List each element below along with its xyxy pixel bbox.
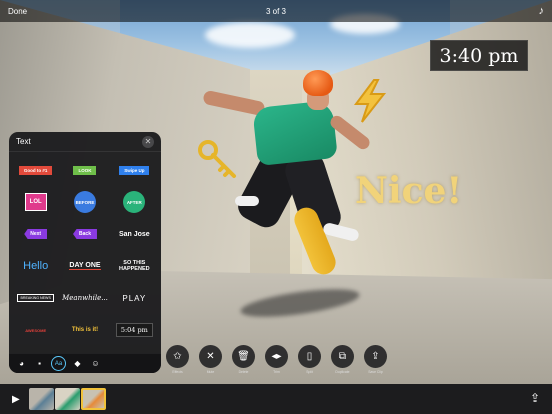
left-arm <box>202 89 266 117</box>
split-button[interactable]: ▯ Split <box>298 345 321 374</box>
color-wheel-icon[interactable]: ◕ <box>15 357 28 370</box>
duplicate-button[interactable]: ⧉ Duplicate <box>331 345 354 374</box>
text-sticker-label: Back <box>73 229 97 239</box>
text-sticker-option[interactable]: Hello <box>11 250 60 282</box>
orange-helmet <box>303 70 333 96</box>
text-sticker-option[interactable]: BEFORE <box>60 186 109 218</box>
text-sticker-label: PLAY <box>122 293 147 303</box>
clip-strip <box>28 388 106 410</box>
play-icon[interactable]: ▶ <box>12 394 28 405</box>
text-sticker-option[interactable]: LOOK <box>60 154 109 186</box>
text-style-icon[interactable]: Aa <box>51 356 66 371</box>
star-effects-icon: ✩ <box>166 345 189 368</box>
speech-bubble-icon[interactable]: ▪ <box>33 357 46 370</box>
text-sticker-label: Good to #1 <box>18 165 53 175</box>
clip-1-thumbnail[interactable] <box>29 388 54 410</box>
tool-label: Effects <box>172 370 183 374</box>
nice-text-sticker[interactable]: Nice! <box>355 170 462 212</box>
filmstrip-bar: ▶ ⇪ <box>0 384 552 414</box>
text-sticker-option[interactable]: AWESOME <box>11 314 60 346</box>
text-sticker-option[interactable]: AFTER <box>110 186 159 218</box>
tool-label: Trim <box>273 370 280 374</box>
text-sticker-label: San Jose <box>118 230 150 238</box>
tool-label: Split <box>306 370 313 374</box>
lightning-bolt-sticker[interactable] <box>350 78 390 124</box>
trim-button[interactable]: ◂▸ Trim <box>265 345 288 374</box>
text-sticker-panel: Text ✕ Good to #1 LOOK Swipe Up LOL BEFORE AF… <box>9 132 161 373</box>
text-sticker-label: BEFORE <box>73 191 96 213</box>
text-sticker-label: LOL <box>24 193 47 211</box>
text-sticker-label: SO THIS HAPPENED <box>119 259 150 272</box>
text-sticker-option[interactable]: PLAY <box>110 282 159 314</box>
trash-icon: 🗑 <box>232 345 255 368</box>
delete-button[interactable]: 🗑 Delete <box>232 345 255 374</box>
text-sticker-option[interactable]: Meanwhile... <box>60 282 109 314</box>
shoe <box>322 221 360 243</box>
text-sticker-label: Meanwhile... <box>62 294 108 302</box>
text-sticker-option[interactable]: DAY ONE <box>60 250 109 282</box>
text-sticker-label: DAY ONE <box>69 262 101 270</box>
text-sticker-option[interactable]: Swipe Up <box>110 154 159 186</box>
text-sticker-label: Next <box>24 229 48 239</box>
save-clip-icon: ⇪ <box>364 345 387 368</box>
panel-header: Text ✕ <box>9 132 161 152</box>
text-sticker-label: BREAKING NEWS <box>17 294 54 302</box>
text-sticker-option[interactable]: 5:04 pm <box>110 314 159 346</box>
text-sticker-label: AFTER <box>123 191 146 213</box>
top-bar: Done 3 of 3 ♪ <box>0 0 552 22</box>
text-sticker-option[interactable]: This is it! <box>60 314 109 346</box>
tool-label: Delete <box>238 370 249 374</box>
text-sticker-option[interactable]: San Jose <box>110 218 159 250</box>
text-sticker-option[interactable]: BREAKING NEWS <box>11 282 60 314</box>
clip-2-thumbnail[interactable] <box>55 388 80 410</box>
key-sticker[interactable] <box>196 138 240 182</box>
text-sticker-option[interactable]: Good to #1 <box>11 154 60 186</box>
text-sticker-label: LOOK <box>73 165 97 175</box>
text-sticker-option[interactable]: SO THIS HAPPENED <box>110 250 159 282</box>
mute-button[interactable]: ✕ Mute <box>199 345 222 374</box>
trim-icon: ◂▸ <box>265 345 288 368</box>
text-sticker-label: Swipe Up <box>119 165 150 175</box>
mute-icon: ✕ <box>199 345 222 368</box>
edit-tool-row: ✩ Effects ✕ Mute 🗑 Delete ◂▸ Trim ▯ Split ⧉ Duplica… <box>166 345 387 374</box>
text-sticker-option[interactable]: Next <box>11 218 60 250</box>
text-sticker-label: 5:04 pm <box>115 323 153 337</box>
time-sticker[interactable]: 3:40 pm <box>430 40 528 71</box>
label-sticker-icon[interactable]: ◆ <box>71 357 84 370</box>
panel-title: Text <box>16 137 31 146</box>
text-sticker-label: AWESOME <box>25 327 47 333</box>
tool-label: Duplicate <box>335 370 350 374</box>
save-clip-button[interactable]: ⇪ Save Clip <box>364 345 387 374</box>
shoe <box>235 196 259 206</box>
cloud <box>205 22 295 48</box>
tool-label: Save Clip <box>368 370 383 374</box>
tool-label: Mute <box>206 370 215 374</box>
split-icon: ▯ <box>298 345 321 368</box>
close-icon[interactable]: ✕ <box>142 135 154 148</box>
emoji-icon[interactable]: ☺ <box>89 357 102 370</box>
text-sticker-label: Hello <box>23 260 49 272</box>
effects-button[interactable]: ✩ Effects <box>166 345 189 374</box>
style-category-bar: ◕ ▪ Aa ◆ ☺ <box>9 353 161 373</box>
text-sticker-option[interactable]: LOL <box>11 186 60 218</box>
duplicate-icon: ⧉ <box>331 345 354 368</box>
green-shirt <box>252 99 338 167</box>
share-icon[interactable]: ⇪ <box>530 391 540 405</box>
done-button[interactable]: Done <box>8 7 27 16</box>
text-sticker-option[interactable]: Back <box>60 218 109 250</box>
music-note-icon[interactable]: ♪ <box>539 5 545 17</box>
clip-counter: 3 of 3 <box>265 7 286 16</box>
clip-3-thumbnail[interactable] <box>81 388 106 410</box>
text-style-grid: Good to #1 LOOK Swipe Up LOL BEFORE AFTER Next… <box>9 152 161 346</box>
text-sticker-label: This is it! <box>71 327 99 333</box>
